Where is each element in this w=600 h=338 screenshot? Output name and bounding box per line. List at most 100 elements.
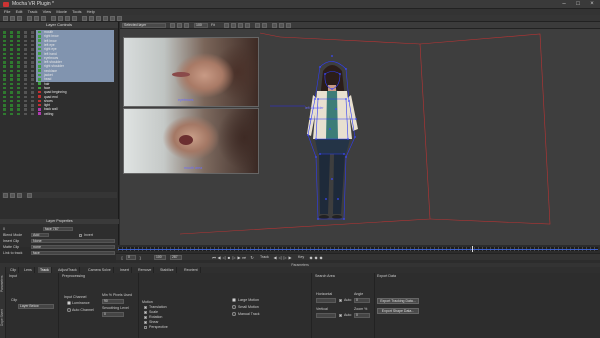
layer-color-swatch[interactable] [38,56,41,60]
track-enabled-icon[interactable] [17,78,20,81]
link-to-track-dropdown[interactable]: face [31,250,115,256]
open-project-icon[interactable] [10,16,15,21]
group-layer-icon[interactable] [27,192,32,198]
matte-icon[interactable] [24,99,27,103]
link-icon[interactable] [31,91,34,94]
link-icon[interactable] [31,74,34,77]
lock-icon[interactable] [10,61,13,64]
stop-icon[interactable]: ■ [227,255,231,260]
track-enabled-icon[interactable] [17,82,20,86]
surface-tool-icon[interactable] [96,16,101,21]
loop-icon[interactable]: ↻ [250,255,254,260]
motion-checkbox[interactable] [144,316,147,319]
link-icon[interactable] [31,48,34,51]
layer-color-swatch[interactable] [38,86,41,90]
lock-icon[interactable] [10,31,13,34]
matte-icon[interactable] [24,31,27,34]
export-shape-data-button[interactable]: Export Shape Data... [377,308,419,314]
export-tracking-data-button[interactable]: Export Tracking Data... [377,298,419,304]
grid-tool-icon[interactable] [103,16,108,21]
min-pixels-field[interactable]: 90 [102,299,124,304]
link-icon[interactable] [31,31,34,34]
layer-color-swatch[interactable] [38,95,41,98]
layer-color-swatch[interactable] [38,30,41,34]
bezier-tool-icon[interactable] [58,16,63,21]
layer-color-swatch[interactable] [38,99,41,103]
lock-icon[interactable] [10,78,13,81]
track-enabled-icon[interactable] [17,52,20,55]
matte-icon[interactable] [24,43,27,47]
link-icon[interactable] [31,82,34,86]
stabilize-view-icon[interactable] [262,23,267,28]
visibility-icon[interactable] [3,108,6,111]
lock-icon[interactable] [10,95,13,98]
lock-icon[interactable] [10,69,13,73]
track-enabled-icon[interactable] [17,56,20,60]
add-layer-icon[interactable] [3,192,8,198]
proxy-icon[interactable] [286,23,291,28]
track-forward-step-icon[interactable]: ▷ [283,255,287,260]
show-grid-icon[interactable] [245,23,250,28]
track-enabled-icon[interactable] [17,43,20,47]
matte-icon[interactable] [24,74,27,77]
matte-icon[interactable] [24,86,27,90]
layer-row[interactable]: ceiling [0,112,119,116]
new-project-icon[interactable] [3,16,8,21]
visibility-icon[interactable] [3,86,6,90]
matte-icon[interactable] [24,91,27,94]
matte-icon[interactable] [24,112,27,116]
layer-select-dropdown[interactable]: Selected layer [122,23,166,28]
layer-color-swatch[interactable] [38,65,41,68]
motion-type-radio[interactable] [232,298,236,302]
clip-dropdown[interactable]: Layer Below [18,304,54,309]
matte-icon[interactable] [24,82,27,86]
step-forward-icon[interactable]: ▶ [237,255,241,260]
invert-checkbox[interactable] [79,233,82,237]
visibility-icon[interactable] [3,43,6,47]
link-icon[interactable] [31,78,34,81]
matte-icon[interactable] [24,35,27,38]
matte-icon[interactable] [24,65,27,68]
lock-icon[interactable] [10,43,13,47]
visibility-icon[interactable] [3,65,6,68]
matte-icon[interactable] [24,78,27,81]
lock-icon[interactable] [10,52,13,55]
track-enabled-icon[interactable] [17,99,20,103]
track-enabled-icon[interactable] [17,91,20,94]
add-point-tool-icon[interactable] [82,16,87,21]
motion-checkbox[interactable] [144,306,147,309]
matte-icon[interactable] [24,48,27,51]
link-icon[interactable] [279,23,284,28]
track-enabled-icon[interactable] [17,35,20,38]
matte-icon[interactable] [24,39,27,43]
step-back-icon[interactable]: ◀ [217,255,221,260]
layer-color-swatch[interactable] [38,82,41,85]
visibility-icon[interactable] [3,82,6,86]
visibility-icon[interactable] [3,69,6,73]
link-icon[interactable] [31,95,34,98]
in-frame-field[interactable]: 0 [126,255,136,260]
link-icon[interactable] [31,35,34,38]
matte-icon[interactable] [24,104,27,107]
save-project-icon[interactable] [17,16,22,21]
visibility-icon[interactable] [3,39,6,43]
delete-layer-icon[interactable] [17,192,22,198]
track-enabled-icon[interactable] [17,31,20,34]
layer-color-swatch[interactable] [38,90,41,94]
prev-key-icon[interactable]: ◆ [309,255,313,260]
matte-icon[interactable] [24,61,27,64]
matte-icon[interactable] [24,56,27,60]
view-matte-icon[interactable] [177,23,182,28]
hand-tool-icon[interactable] [34,16,39,21]
link-icon[interactable] [31,39,34,43]
zoom-fit-label[interactable]: Fit [211,23,215,28]
link-icon[interactable] [31,61,34,64]
layer-color-swatch[interactable] [38,108,41,111]
lock-icon[interactable] [10,86,13,90]
lock-icon[interactable] [10,48,13,51]
ellipse-tool-icon[interactable] [72,16,77,21]
track-backward-icon[interactable]: ◀ [273,255,277,260]
go-to-start-icon[interactable]: ⏮ [212,255,216,260]
set-out-point-icon[interactable]: ] [138,255,142,260]
track-backward-step-icon[interactable]: ◁ [278,255,282,260]
